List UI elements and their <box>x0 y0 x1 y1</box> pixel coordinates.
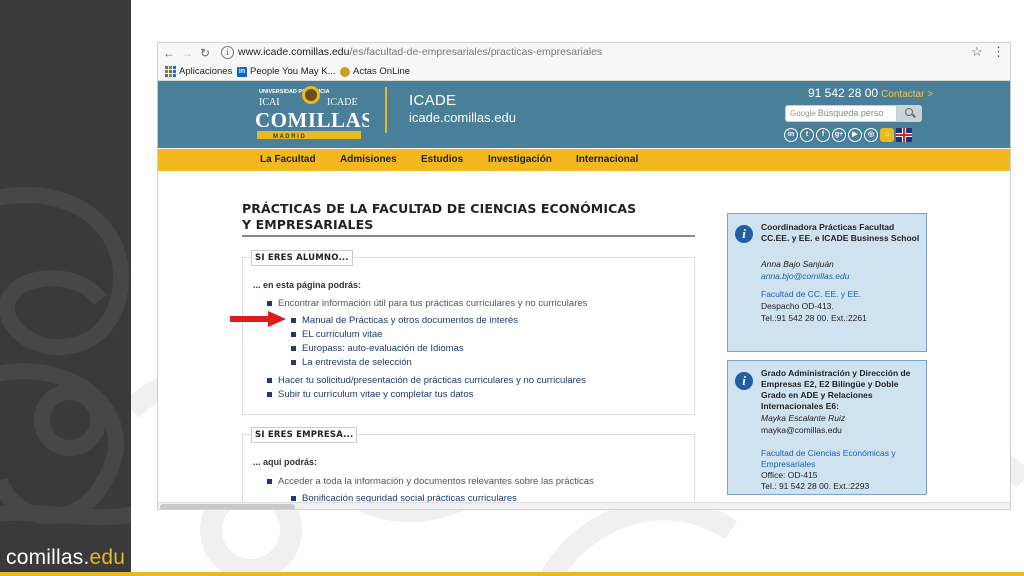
info2-heading: Grado Administración y Dirección de Empr… <box>761 368 911 411</box>
info2-office: Office: OD-415 <box>761 470 818 480</box>
info1-phone: Tel.:91 542 28 00. Ext.:2261 <box>761 313 867 323</box>
bookmark-linkedin[interactable]: in People You May K... <box>237 66 336 77</box>
title-divider <box>242 235 695 237</box>
logo-divider <box>385 87 387 133</box>
site-search-input[interactable]: Google Búsqueda perso <box>785 105 897 122</box>
linkedin-social-icon[interactable]: in <box>784 128 798 142</box>
comillas-logo[interactable]: UNIVERSIDAD PONTIFICIA ICAI ICADE COMILL… <box>253 84 369 144</box>
social-links: in t f g+ ▶ ◎ ⌂ <box>784 128 912 142</box>
scrollbar-thumb[interactable] <box>160 504 295 509</box>
list-item: Encontrar información útil para tus prác… <box>267 298 587 309</box>
intranet-lock-icon[interactable]: ⌂ <box>880 128 894 142</box>
english-flag-icon[interactable] <box>896 128 912 142</box>
info2-email[interactable]: mayka@comillas.edu <box>761 425 923 436</box>
nav-admisiones[interactable]: Admisiones <box>340 154 397 165</box>
forward-icon[interactable]: → <box>180 45 194 61</box>
bookmarks-bar: Aplicaciones in People You May K... Acta… <box>158 63 1010 81</box>
site-title: ICADE <box>409 92 457 109</box>
browser-window: ← → ↻ i www.icade.comillas.edu/es/facult… <box>157 42 1011 510</box>
search-icon <box>905 108 913 116</box>
horizontal-scrollbar[interactable] <box>158 502 1010 509</box>
back-icon[interactable]: ← <box>162 45 176 61</box>
list-item: Acceder a toda la información y document… <box>267 476 594 487</box>
bookmark-star-icon[interactable]: ☆ <box>971 44 983 60</box>
bookmark-actas[interactable]: Actas OnLine <box>340 66 410 77</box>
main-navigation: La Facultad Admisiones Estudios Investig… <box>158 149 1010 171</box>
nav-investigacion[interactable]: Investigación <box>488 154 552 165</box>
link-entrevista[interactable]: La entrevista de selección <box>291 357 412 368</box>
logo-icai-text: ICAI <box>259 97 280 108</box>
section-empresa: SI ERES EMPRESA... ... aquí podrás: Acce… <box>242 427 695 509</box>
info1-faculty[interactable]: Facultad de CC. EE. y EE. <box>761 289 923 300</box>
browser-menu-icon[interactable]: ⋮ <box>992 44 1005 60</box>
info1-office: Despacho OD-413. <box>761 301 834 311</box>
googleplus-social-icon[interactable]: g+ <box>832 128 846 142</box>
link-manual-practicas[interactable]: Manual de Prácticas y otros documentos d… <box>291 315 518 326</box>
link-europass[interactable]: Europass: auto-evaluación de Idiomas <box>291 343 464 354</box>
nav-la-facultad[interactable]: La Facultad <box>260 154 316 165</box>
logo-city-text: M A D R I D <box>273 134 306 140</box>
instagram-social-icon[interactable]: ◎ <box>864 128 878 142</box>
logo-icade-text: ICADE <box>327 97 358 108</box>
info2-name: Mayka Escalante Ruiz <box>761 413 846 423</box>
page-title: PRÁCTICAS DE LA FACULTAD DE CIENCIAS ECO… <box>242 201 637 232</box>
comillas-brand-text: comillas.edu <box>6 546 126 569</box>
section-alumno: SI ERES ALUMNO... ... en esta página pod… <box>242 250 695 415</box>
browser-toolbar: ← → ↻ i www.icade.comillas.edu/es/facult… <box>158 43 1010 63</box>
site-subtitle: icade.comillas.edu <box>409 110 516 125</box>
site-info-icon[interactable]: i <box>221 46 234 59</box>
section-alumno-tag: SI ERES ALUMNO... <box>251 250 353 266</box>
left-sidebar-bar: comillas.edu <box>0 0 131 576</box>
site-search-button[interactable] <box>897 105 922 122</box>
info-icon: i <box>735 225 753 243</box>
actas-icon <box>340 66 350 77</box>
site-header: UNIVERSIDAD PONTIFICIA ICAI ICADE COMILL… <box>158 81 1010 148</box>
link-subir-cv[interactable]: Subir tu currículum vitae y completar tu… <box>267 389 473 400</box>
section-empresa-intro: ... aquí podrás: <box>253 457 318 467</box>
nav-internacional[interactable]: Internacional <box>576 154 638 165</box>
logo-name-text: COMILLAS <box>255 108 369 132</box>
linkedin-icon: in <box>237 66 247 77</box>
info2-faculty[interactable]: Facultad de Ciencias Económicas y Empres… <box>761 448 923 470</box>
info2-phone: Tel.: 91 542 28 00. Ext.:2293 <box>761 481 870 491</box>
section-empresa-tag: SI ERES EMPRESA... <box>251 427 358 443</box>
facebook-social-icon[interactable]: f <box>816 128 830 142</box>
nav-estudios[interactable]: Estudios <box>421 154 463 165</box>
twitter-social-icon[interactable]: t <box>800 128 814 142</box>
link-solicitud-practicas[interactable]: Hacer tu solicitud/presentación de práct… <box>267 375 586 386</box>
slide: comillas.edu ← → ↻ i www.icade.comillas.… <box>0 0 1024 576</box>
reload-icon[interactable]: ↻ <box>198 45 212 61</box>
info1-email[interactable]: anna.bjo@comillas.edu <box>761 271 923 282</box>
address-bar[interactable]: www.icade.comillas.edu/es/facultad-de-em… <box>238 46 602 58</box>
sidebar-ornament <box>0 186 131 526</box>
info-box-grado-ade: i Grado Administración y Dirección de Em… <box>727 360 927 495</box>
phone-contact: 91 542 28 00 Contactar > <box>808 86 934 100</box>
info1-heading: Coordinadora Prácticas Facultad CC.EE. y… <box>761 222 920 243</box>
section-alumno-intro: ... en esta página podrás: <box>253 280 362 290</box>
info-icon: i <box>735 372 753 390</box>
red-arrow-annotation <box>230 311 286 327</box>
apps-grid-icon <box>165 66 176 77</box>
bookmark-apps[interactable]: Aplicaciones <box>165 66 232 77</box>
youtube-social-icon[interactable]: ▶ <box>848 128 862 142</box>
info1-name: Anna Bajo Sanjuán <box>761 259 834 269</box>
bottom-accent-line <box>0 572 1024 576</box>
info-box-coordinadora: i Coordinadora Prácticas Facultad CC.EE.… <box>727 213 927 352</box>
contact-link[interactable]: Contactar > <box>881 89 933 100</box>
link-curriculum-vitae[interactable]: EL curriculum vitae <box>291 329 382 340</box>
